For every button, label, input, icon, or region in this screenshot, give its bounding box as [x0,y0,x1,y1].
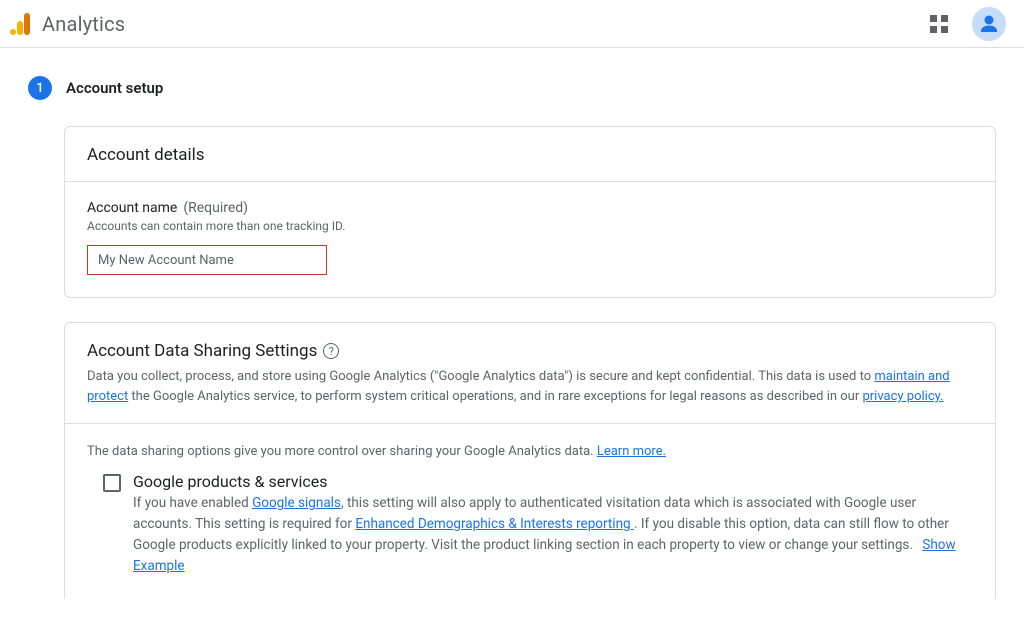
data-sharing-options-intro: The data sharing options give you more c… [87,442,973,462]
checkbox-google-products[interactable] [103,474,121,492]
data-sharing-card: Account Data Sharing Settings ? Data you… [64,322,996,599]
option-description: If you have enabled Google signals, this… [133,493,973,577]
account-avatar[interactable] [972,7,1006,41]
apps-launcher-icon[interactable] [930,15,948,33]
option-title: Google products & services [133,472,973,491]
app-title: Analytics [42,12,125,36]
enhanced-demographics-link[interactable]: Enhanced Demographics & Interests report… [355,516,634,532]
account-name-label: Account name (Required) [87,200,973,216]
stepper-step-1: 1 Account setup [28,76,996,100]
help-icon[interactable]: ? [323,343,339,359]
learn-more-link[interactable]: Learn more. [597,444,666,459]
step-title: Account setup [66,79,163,97]
data-sharing-title: Account Data Sharing Settings ? [87,341,973,361]
google-signals-link[interactable]: Google signals [252,495,341,511]
step-number-badge: 1 [28,76,52,100]
user-icon [977,12,1001,36]
account-details-card: Account details Account name (Required) … [64,126,996,298]
privacy-policy-link[interactable]: privacy policy. [862,389,943,404]
card-title: Account details [65,127,995,182]
option-google-products: Google products & services If you have e… [87,472,973,577]
account-name-hint: Accounts can contain more than one track… [87,219,973,233]
data-sharing-description: Data you collect, process, and store usi… [87,367,973,407]
app-header: Analytics [0,0,1024,48]
account-name-input[interactable] [87,245,327,275]
analytics-logo [10,13,30,35]
